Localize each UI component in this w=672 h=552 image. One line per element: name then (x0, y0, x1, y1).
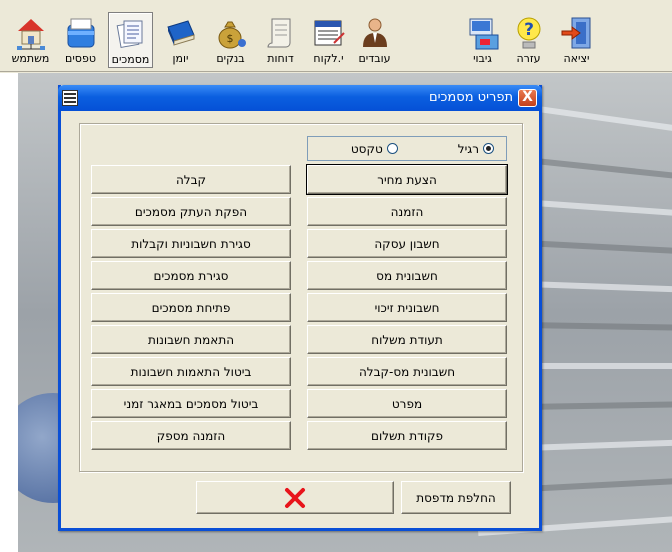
toolbar-button-banks[interactable]: $ בנקים (208, 12, 253, 68)
radio-regular-dot[interactable] (483, 143, 494, 154)
btn-copy-documents[interactable]: הפקת העתק מסמכים (91, 197, 291, 226)
radio-text-dot[interactable] (386, 143, 398, 154)
folder-box-icon (67, 18, 94, 48)
btn-supplier-order[interactable]: הזמנה מספק (91, 421, 291, 450)
radio-text-label: טקסט (350, 141, 383, 156)
toolbar-button-documents[interactable]: מסמכים (108, 12, 153, 68)
btn-credit-invoice[interactable]: חשבונית זיכוי (307, 293, 507, 322)
toolbar-label: יציאה (563, 52, 590, 65)
change-printer-button[interactable]: החלפת מדפסת (401, 481, 511, 514)
documents-icon (116, 20, 142, 48)
btn-receipt[interactable]: קבלה (91, 165, 291, 194)
btn-specification[interactable]: מפרט (307, 389, 507, 418)
format-radio-group: רגיל טקסט (307, 136, 507, 161)
toolbar-button-forms[interactable]: טפסים (58, 12, 103, 68)
toolbar-button-customer-card[interactable]: י.לקוח (306, 12, 351, 68)
radio-text[interactable]: טקסט (351, 142, 398, 156)
btn-close-documents[interactable]: סגירת מסמכים (91, 261, 291, 290)
toolbar-label: טפסים (65, 52, 96, 65)
toolbar-button-help[interactable]: ? עזרה (506, 12, 551, 68)
window-menu-icon[interactable] (62, 90, 78, 106)
toolbar-button-backup[interactable]: גיבוי (460, 12, 505, 68)
svg-text:?: ? (524, 20, 534, 40)
toolbar-label: עובדים (358, 52, 391, 65)
btn-delivery-note[interactable]: תעודת משלוח (307, 325, 507, 354)
btn-tax-invoice-receipt[interactable]: חשבונית מס-קבלה (307, 357, 507, 386)
scroll-icon (266, 18, 290, 48)
employee-icon (362, 18, 387, 47)
toolbar-button-exit[interactable]: יציאה (554, 12, 599, 68)
btn-payment-order[interactable]: פקודת תשלום (307, 421, 507, 450)
dialog-title: תפריט מסמכים (429, 90, 513, 105)
btn-open-documents[interactable]: פתיחת מסמכים (91, 293, 291, 322)
toolbar-button-employees[interactable]: עובדים (352, 12, 397, 68)
toolbar-label: מסמכים (111, 53, 150, 66)
btn-transaction-invoice[interactable]: חשבון עסקה (307, 229, 507, 258)
toolbar-label: עזרה (516, 52, 541, 65)
toolbar-label: דוחות (267, 52, 294, 65)
toolbar-label: י.לקוח (313, 52, 344, 65)
toolbar-button-journal[interactable]: יומן (158, 12, 203, 68)
ledger-card-icon (314, 20, 345, 46)
exit-door-icon (561, 17, 590, 49)
toolbar-label: בנקים (216, 52, 245, 65)
btn-tax-invoice[interactable]: חשבונית מס (307, 261, 507, 290)
svg-text:$: $ (226, 32, 233, 45)
toolbar-button-user[interactable]: משתמש (8, 12, 53, 68)
btn-order[interactable]: הזמנה (307, 197, 507, 226)
help-icon: ? (517, 17, 540, 49)
cancel-button[interactable] (196, 481, 394, 514)
toolbar-button-reports[interactable]: דוחות (258, 12, 303, 68)
close-button[interactable]: X (518, 89, 537, 107)
red-x-icon (285, 487, 305, 508)
toolbar-label: משתמש (11, 52, 50, 65)
money-bag-icon: $ (218, 21, 246, 49)
btn-account-reconciliation[interactable]: התאמת חשבונות (91, 325, 291, 354)
btn-cancel-reconciliations[interactable]: ביטול התאמות חשבונות (91, 357, 291, 386)
btn-price-quote[interactable]: הצעת מחיר (306, 164, 508, 195)
toolbar-label: יומן (172, 52, 189, 65)
dialog-titlebar[interactable]: תפריט מסמכים X (58, 85, 542, 111)
btn-close-invoices-receipts[interactable]: סגירת חשבוניות וקבלות (91, 229, 291, 258)
toolbar-label: גיבוי (473, 52, 492, 65)
book-icon (166, 20, 195, 46)
left-margin (0, 73, 18, 552)
main-toolbar: משתמש טפסים מסמכים יומן $ בנקים דוחות י.… (0, 0, 672, 72)
documents-menu-dialog: תפריט מסמכים X רגיל טקסט הצעת מחיר הזמנה… (58, 85, 542, 531)
btn-cancel-temp-documents[interactable]: ביטול מסמכים במאגר זמני (91, 389, 291, 418)
backup-icon (469, 18, 498, 50)
radio-regular-label: רגיל (457, 141, 479, 156)
house-network-icon (16, 19, 45, 50)
radio-regular[interactable]: רגיל (458, 142, 494, 156)
